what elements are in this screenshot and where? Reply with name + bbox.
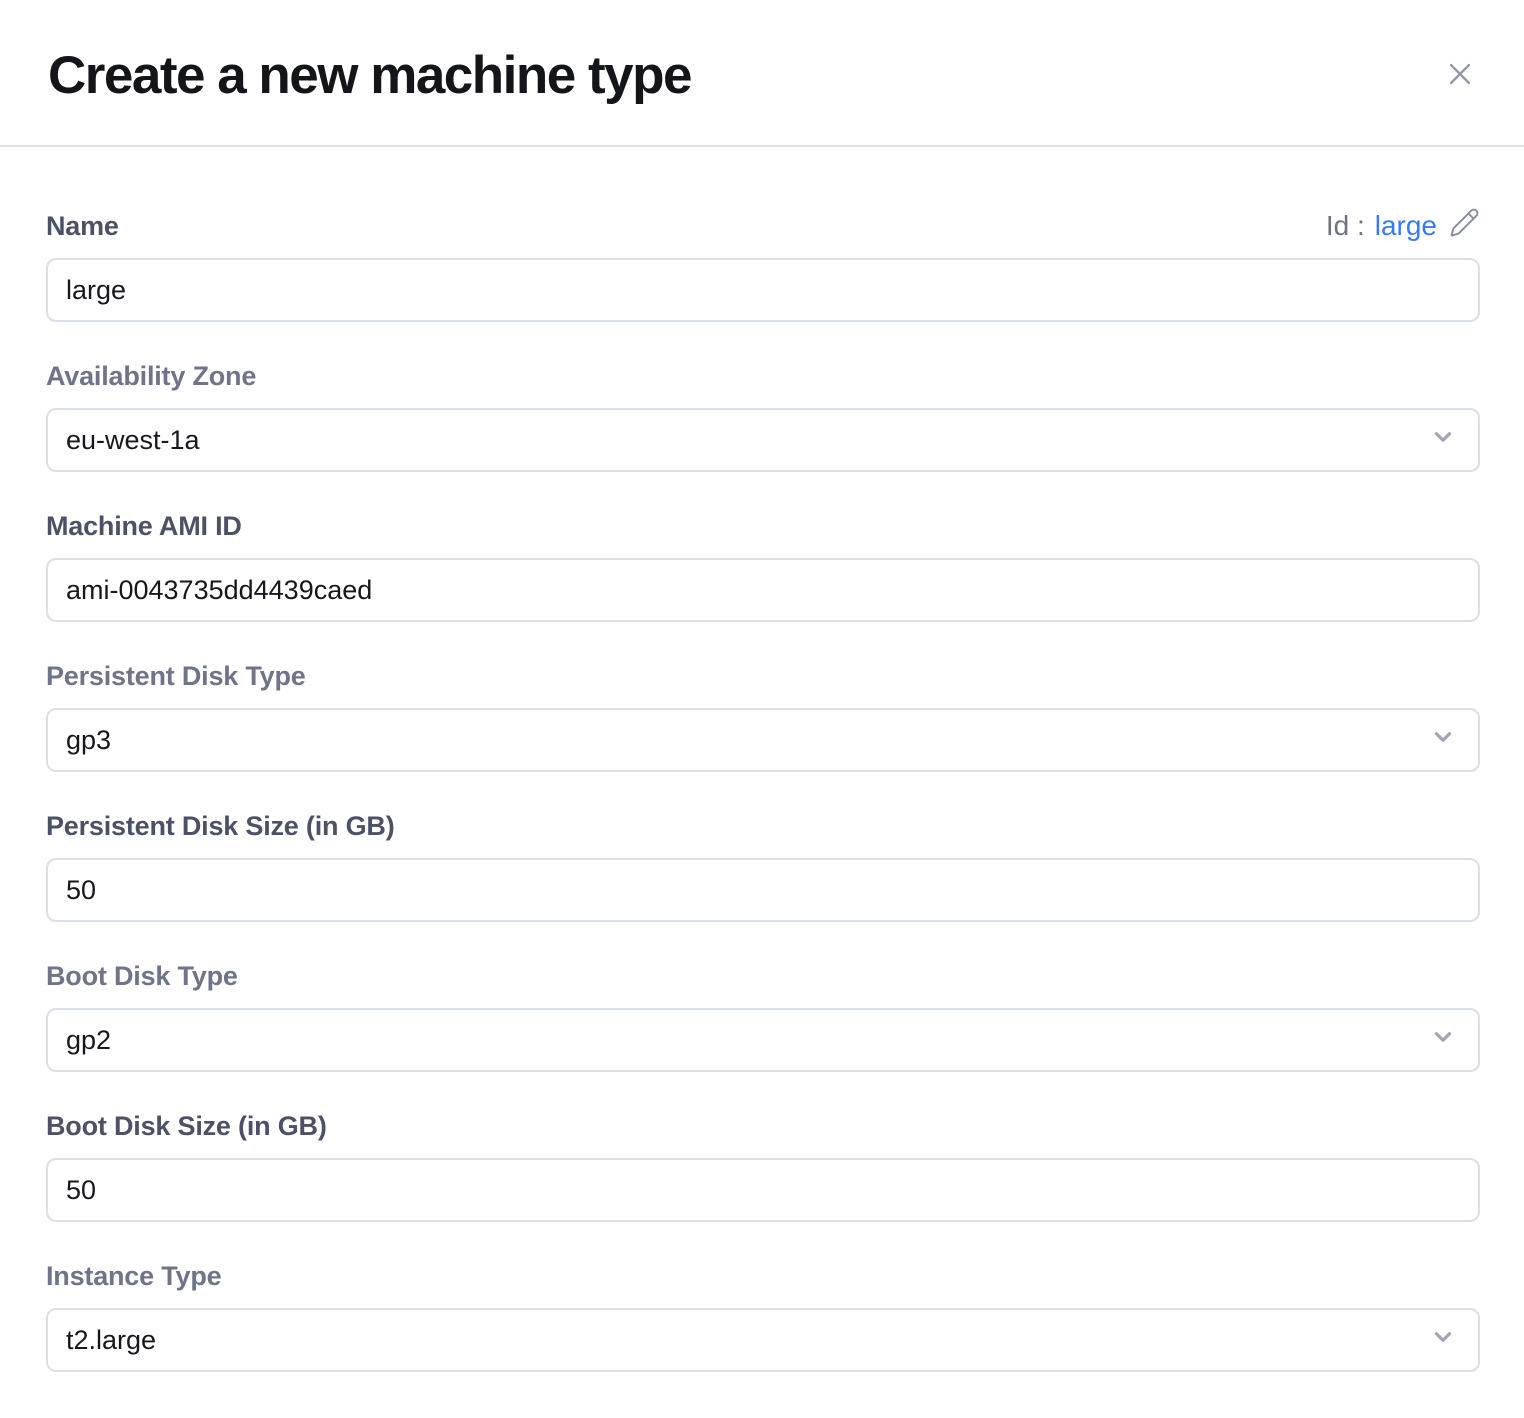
availability-zone-label: Availability Zone xyxy=(46,361,256,392)
chevron-down-icon xyxy=(1430,424,1456,457)
selected-value: gp3 xyxy=(66,725,111,756)
persistent-disk-size-label: Persistent Disk Size (in GB) xyxy=(46,811,395,842)
close-icon xyxy=(1442,56,1478,95)
boot-disk-size-label: Boot Disk Size (in GB) xyxy=(46,1111,327,1142)
selected-value: eu-west-1a xyxy=(66,425,200,456)
instance-type-label: Instance Type xyxy=(46,1261,221,1292)
id-value[interactable]: large xyxy=(1375,210,1437,242)
selected-value: t2.large xyxy=(66,1325,156,1356)
instance-type-select[interactable]: t2.large xyxy=(46,1308,1480,1372)
edit-pencil-icon[interactable] xyxy=(1449,207,1480,245)
name-input[interactable] xyxy=(46,258,1480,322)
selected-value: gp2 xyxy=(66,1025,111,1056)
create-machine-type-dialog: Create a new machine type Name Id : larg… xyxy=(0,0,1524,1372)
field-machine-ami-id: Machine AMI ID xyxy=(46,509,1480,622)
field-persistent-disk-type: Persistent Disk Type gp3 xyxy=(46,659,1480,772)
field-availability-zone: Availability Zone eu-west-1a xyxy=(46,359,1480,472)
field-instance-type: Instance Type t2.large xyxy=(46,1259,1480,1372)
field-boot-disk-size: Boot Disk Size (in GB) xyxy=(46,1109,1480,1222)
persistent-disk-type-label: Persistent Disk Type xyxy=(46,661,306,692)
id-editor[interactable]: Id : large xyxy=(1326,207,1480,245)
dialog-body: Name Id : large Availability Zone eu-wes… xyxy=(0,147,1524,1372)
machine-ami-id-input[interactable] xyxy=(46,558,1480,622)
dialog-header: Create a new machine type xyxy=(0,0,1524,147)
name-label: Name xyxy=(46,211,119,242)
persistent-disk-size-input[interactable] xyxy=(46,858,1480,922)
chevron-down-icon xyxy=(1430,1024,1456,1057)
dialog-title: Create a new machine type xyxy=(48,45,691,106)
boot-disk-type-select[interactable]: gp2 xyxy=(46,1008,1480,1072)
chevron-down-icon xyxy=(1430,724,1456,757)
boot-disk-type-label: Boot Disk Type xyxy=(46,961,238,992)
field-name: Name Id : large xyxy=(46,209,1480,322)
machine-ami-id-label: Machine AMI ID xyxy=(46,511,242,542)
id-prefix-label: Id : xyxy=(1326,210,1365,242)
close-button[interactable] xyxy=(1436,52,1484,100)
persistent-disk-type-select[interactable]: gp3 xyxy=(46,708,1480,772)
chevron-down-icon xyxy=(1430,1324,1456,1357)
field-persistent-disk-size: Persistent Disk Size (in GB) xyxy=(46,809,1480,922)
field-boot-disk-type: Boot Disk Type gp2 xyxy=(46,959,1480,1072)
availability-zone-select[interactable]: eu-west-1a xyxy=(46,408,1480,472)
boot-disk-size-input[interactable] xyxy=(46,1158,1480,1222)
